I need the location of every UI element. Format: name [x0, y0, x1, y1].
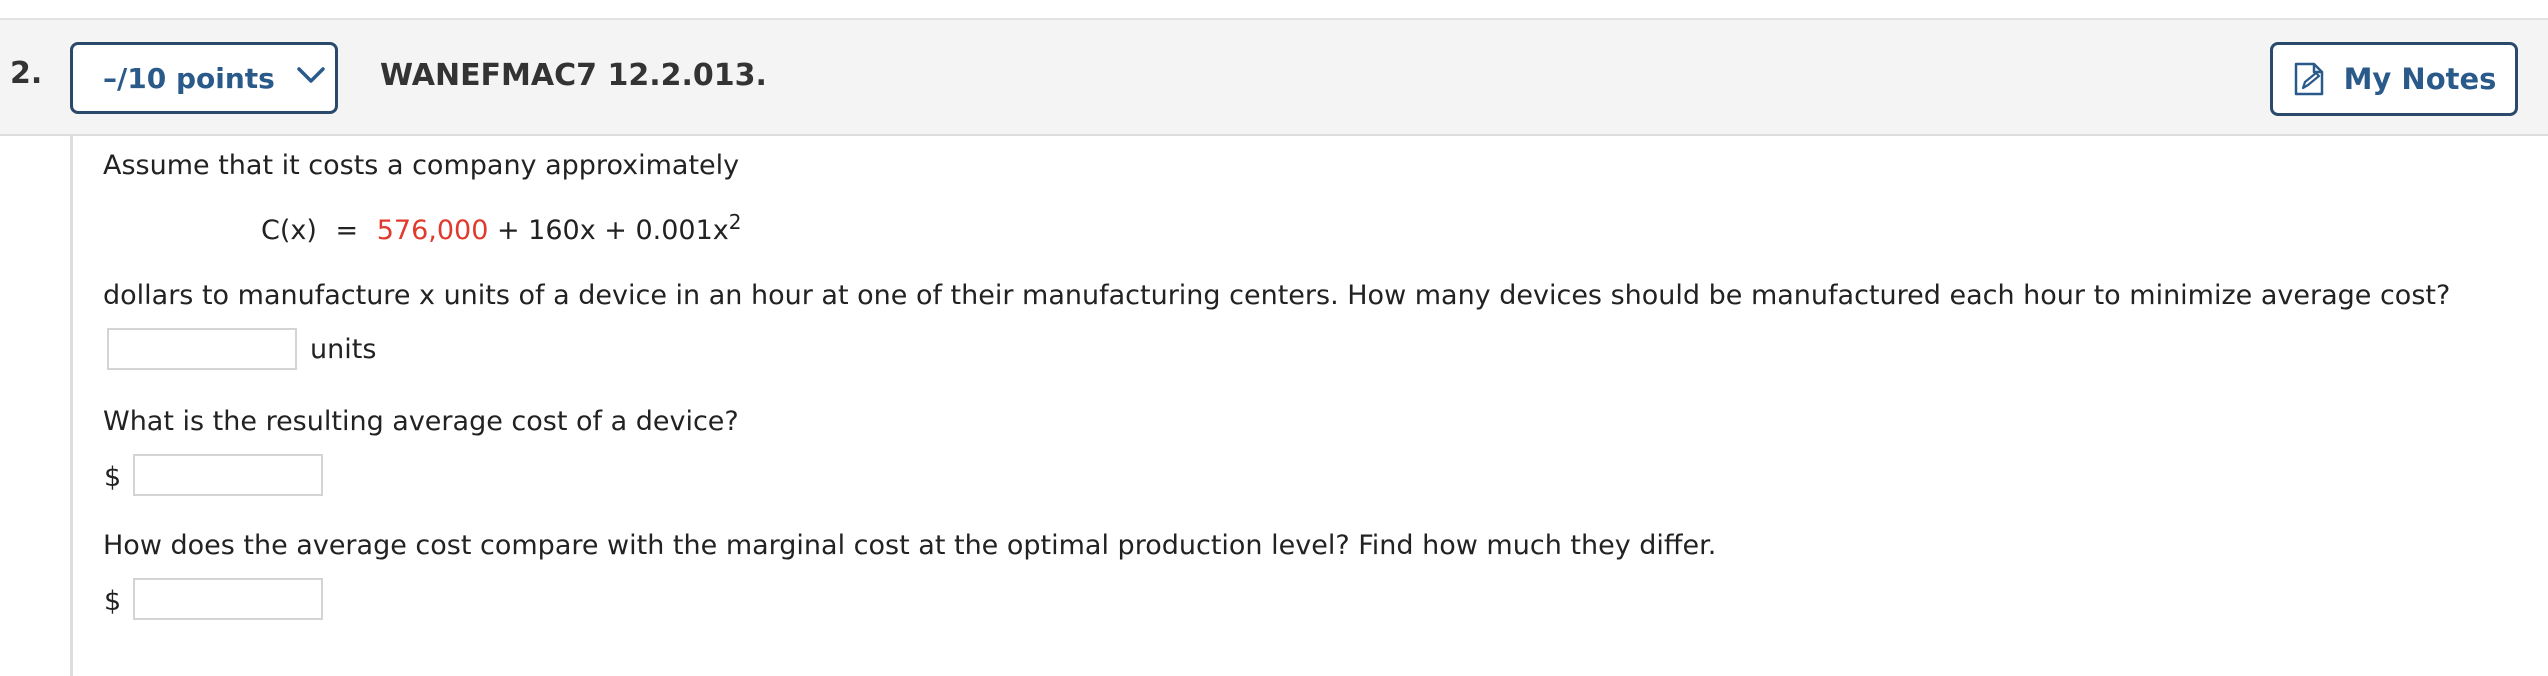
- formula-exponent: 2: [728, 210, 742, 234]
- question-body: Assume that it costs a company approxima…: [70, 136, 2548, 676]
- question2-text: What is the resulting average cost of a …: [103, 406, 739, 437]
- cost-difference-input[interactable]: [133, 578, 323, 620]
- points-label: –/10 points: [103, 61, 275, 95]
- statement-text: dollars to manufacture x units of a devi…: [103, 280, 2451, 311]
- my-notes-button[interactable]: My Notes: [2270, 42, 2518, 116]
- intro-text: Assume that it costs a company approxima…: [103, 150, 740, 181]
- formula-lhs: C(x): [261, 215, 317, 246]
- question-header: 2. –/10 points WANEFMAC7 12.2.013. My No…: [0, 18, 2548, 136]
- problem-code: WANEFMAC7 12.2.013.: [380, 58, 767, 93]
- points-dropdown-button[interactable]: –/10 points: [70, 42, 338, 114]
- question3-text: How does the average cost compare with t…: [103, 530, 1717, 561]
- note-icon: [2294, 62, 2323, 96]
- my-notes-label: My Notes: [2343, 62, 2497, 96]
- units-label: units: [310, 334, 377, 365]
- question-page: 2. –/10 points WANEFMAC7 12.2.013. My No…: [0, 0, 2548, 676]
- chevron-down-icon: [297, 67, 325, 83]
- dollar-sign: $: [104, 462, 122, 493]
- cost-formula: C(x) = 576,000 + 160x + 0.001x2: [261, 210, 741, 246]
- formula-equals: =: [335, 215, 359, 246]
- formula-constant: 576,000: [376, 215, 489, 246]
- dollar-sign: $: [104, 586, 122, 617]
- formula-rest: + 160x + 0.001x: [488, 215, 729, 246]
- question-number: 2.: [10, 56, 43, 91]
- average-cost-input[interactable]: [133, 454, 323, 496]
- answer-units-input[interactable]: [107, 328, 297, 370]
